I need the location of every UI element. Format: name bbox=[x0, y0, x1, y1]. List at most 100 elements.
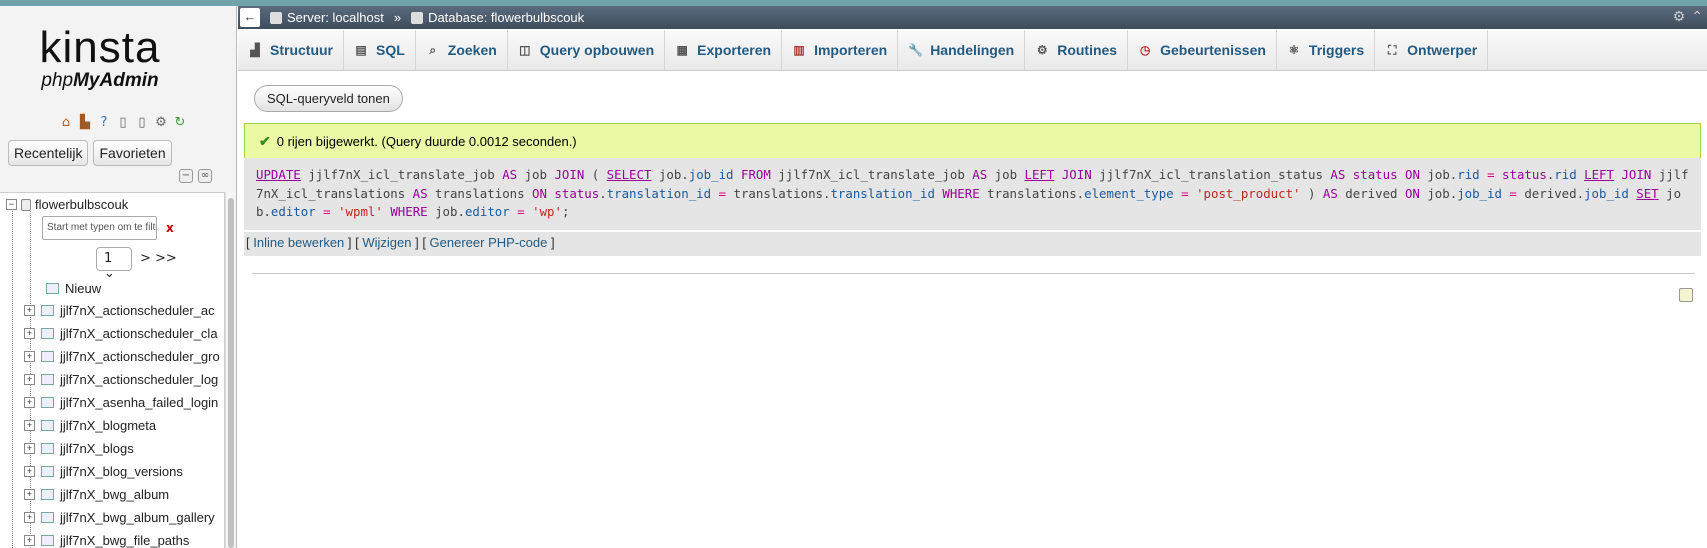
tab-routines[interactable]: ⚙ Routines bbox=[1025, 30, 1129, 70]
table-name[interactable]: jjlf7nX_actionscheduler_log bbox=[60, 372, 218, 387]
expand-icon[interactable]: + bbox=[24, 328, 35, 339]
table-name[interactable]: jjlf7nX_blog_versions bbox=[60, 464, 183, 479]
tab-designer[interactable]: ⛶ Ontwerper bbox=[1375, 30, 1489, 70]
export-icon: ▦ bbox=[676, 43, 688, 57]
expand-icon[interactable]: + bbox=[24, 397, 35, 408]
inline-edit-link[interactable]: Inline bewerken bbox=[253, 235, 344, 250]
settings-icon[interactable]: ⚙ bbox=[153, 115, 169, 131]
home-icon[interactable]: ⌂ bbox=[58, 115, 74, 131]
back-button[interactable]: ← bbox=[240, 8, 260, 27]
tree-line bbox=[12, 205, 13, 548]
table-name[interactable]: jjlf7nX_actionscheduler_cla bbox=[60, 326, 218, 341]
copy-icon[interactable]: ▯ bbox=[134, 115, 150, 131]
logo[interactable]: kinsta phpMyAdmin bbox=[0, 24, 200, 92]
tab-triggers[interactable]: ⚛ Triggers bbox=[1277, 30, 1376, 70]
new-label[interactable]: Nieuw bbox=[65, 281, 101, 296]
tree-table-item[interactable]: + jjlf7nX_blog_versions bbox=[24, 464, 224, 479]
table-name[interactable]: jjlf7nX_blogs bbox=[60, 441, 134, 456]
tree-table-item[interactable]: + jjlf7nX_blogs bbox=[24, 441, 224, 456]
generate-php-link[interactable]: Genereer PHP-code bbox=[430, 235, 548, 250]
next-page-link[interactable]: > >> bbox=[140, 251, 177, 266]
database-icon bbox=[411, 11, 424, 24]
tab-search[interactable]: ⌕ Zoeken bbox=[416, 30, 508, 70]
expand-icon[interactable]: + bbox=[24, 305, 35, 316]
link-icon[interactable]: ∞ bbox=[198, 169, 212, 183]
query-icon: ◫ bbox=[519, 43, 531, 57]
sidebar-icon-bar: ⌂ ▙ ? ▯ ▯ ⚙ ↻ bbox=[58, 115, 188, 131]
exit-icon[interactable]: ▙ bbox=[77, 115, 93, 131]
database-name[interactable]: flowerbulbscouk bbox=[35, 197, 128, 212]
logo-kinsta: kinsta bbox=[39, 23, 161, 72]
new-table-icon bbox=[46, 283, 59, 294]
tree-table-item[interactable]: + jjlf7nX_actionscheduler_gro bbox=[24, 349, 224, 364]
table-icon bbox=[41, 443, 54, 454]
table-filter-input[interactable]: Start met typen om te filte bbox=[42, 216, 157, 240]
expand-icon[interactable]: + bbox=[24, 535, 35, 546]
favorites-button[interactable]: Favorieten bbox=[93, 140, 172, 166]
show-sql-query-button[interactable]: SQL-queryveld tonen bbox=[254, 85, 403, 112]
table-icon bbox=[41, 305, 54, 316]
clear-filter-button[interactable]: x bbox=[166, 221, 174, 235]
tree-table-item[interactable]: + jjlf7nX_bwg_album_gallery bbox=[24, 510, 224, 525]
success-message: ✔ 0 rijen bijgewerkt. (Query duurde 0.00… bbox=[244, 123, 1701, 158]
tab-sql[interactable]: ▤ SQL bbox=[344, 30, 416, 70]
table-name[interactable]: jjlf7nX_asenha_failed_login bbox=[60, 395, 218, 410]
success-text: 0 rijen bijgewerkt. (Query duurde 0.0012… bbox=[276, 133, 577, 149]
expand-icon[interactable]: + bbox=[24, 374, 35, 385]
tree-database[interactable]: − flowerbulbscouk bbox=[6, 197, 128, 212]
expand-icon[interactable]: + bbox=[24, 420, 35, 431]
expand-icon[interactable]: + bbox=[24, 351, 35, 362]
header-controls: ⚙ ⌃ bbox=[1673, 8, 1703, 25]
tree-table-item[interactable]: + jjlf7nX_blogmeta bbox=[24, 418, 224, 433]
navigation-sidebar: kinsta phpMyAdmin ⌂ ▙ ? ▯ ▯ ⚙ ↻ Recentel… bbox=[0, 6, 237, 548]
recent-button[interactable]: Recentelijk bbox=[8, 140, 89, 166]
sql-query-display: UPDATE jjlf7nX_icl_translate_job AS job … bbox=[244, 158, 1701, 231]
table-icon bbox=[41, 512, 54, 523]
help-icon[interactable]: ? bbox=[96, 115, 112, 131]
structure-icon: ▟ bbox=[250, 43, 260, 57]
check-icon: ✔ bbox=[259, 132, 271, 149]
tree-table-item[interactable]: + jjlf7nX_asenha_failed_login bbox=[24, 395, 224, 410]
table-name[interactable]: jjlf7nX_actionscheduler_gro bbox=[60, 349, 220, 364]
table-name[interactable]: jjlf7nX_actionscheduler_ac bbox=[60, 303, 215, 318]
expand-icon[interactable]: + bbox=[24, 512, 35, 523]
breadcrumb-server[interactable]: Server: localhost bbox=[270, 10, 384, 25]
console-icon[interactable] bbox=[1679, 288, 1693, 302]
tree-table-item[interactable]: + jjlf7nX_bwg_file_paths bbox=[24, 533, 224, 548]
edit-link[interactable]: Wijzigen bbox=[362, 235, 411, 250]
docs-icon[interactable]: ▯ bbox=[115, 115, 131, 131]
gear-icon[interactable]: ⚙ bbox=[1673, 8, 1686, 25]
table-name[interactable]: jjlf7nX_blogmeta bbox=[60, 418, 156, 433]
table-icon bbox=[41, 535, 54, 546]
expand-icon[interactable]: + bbox=[24, 489, 35, 500]
main-panel: ← Server: localhost » Database: flowerbu… bbox=[238, 6, 1707, 548]
tree-table-item[interactable]: + jjlf7nX_actionscheduler_log bbox=[24, 372, 224, 387]
reload-icon[interactable]: ↻ bbox=[172, 115, 188, 131]
table-name[interactable]: jjlf7nX_bwg_album_gallery bbox=[60, 510, 215, 525]
tab-query[interactable]: ◫ Query opbouwen bbox=[508, 30, 666, 70]
tab-events[interactable]: ◷ Gebeurtenissen bbox=[1128, 30, 1277, 70]
expand-icon[interactable]: + bbox=[24, 443, 35, 454]
clock-icon: ◷ bbox=[1139, 43, 1151, 57]
table-name[interactable]: jjlf7nX_bwg_album bbox=[60, 487, 169, 502]
table-name[interactable]: jjlf7nX_bwg_file_paths bbox=[60, 533, 189, 548]
collapse-all-icon[interactable]: − bbox=[179, 169, 193, 183]
tab-operations[interactable]: 🔧 Handelingen bbox=[898, 30, 1026, 70]
tree-table-item[interactable]: + jjlf7nX_actionscheduler_cla bbox=[24, 326, 224, 341]
tab-structure[interactable]: ▟ Structuur bbox=[238, 30, 344, 70]
table-icon bbox=[41, 466, 54, 477]
tree-table-item[interactable]: + jjlf7nX_actionscheduler_ac bbox=[24, 303, 224, 318]
scrollbar-thumb[interactable] bbox=[228, 198, 234, 548]
tab-export[interactable]: ▦ Exporteren bbox=[665, 30, 783, 70]
query-actions: [ Inline bewerken ] [ Wijzigen ] [ Gener… bbox=[244, 232, 1701, 256]
tree-new-table[interactable]: Nieuw bbox=[46, 281, 101, 296]
tab-import[interactable]: ▥ Importeren bbox=[782, 30, 899, 70]
database-icon bbox=[21, 198, 31, 211]
collapse-header-icon[interactable]: ⌃ bbox=[1691, 8, 1703, 25]
sidebar-scrollbar[interactable] bbox=[225, 192, 235, 548]
expand-icon[interactable]: + bbox=[24, 466, 35, 477]
breadcrumb-database[interactable]: Database: flowerbulbscouk bbox=[411, 10, 584, 25]
collapse-icon[interactable]: − bbox=[6, 199, 17, 210]
page-select[interactable]: 1 ⌄ bbox=[96, 247, 132, 281]
tree-table-item[interactable]: + jjlf7nX_bwg_album bbox=[24, 487, 224, 502]
